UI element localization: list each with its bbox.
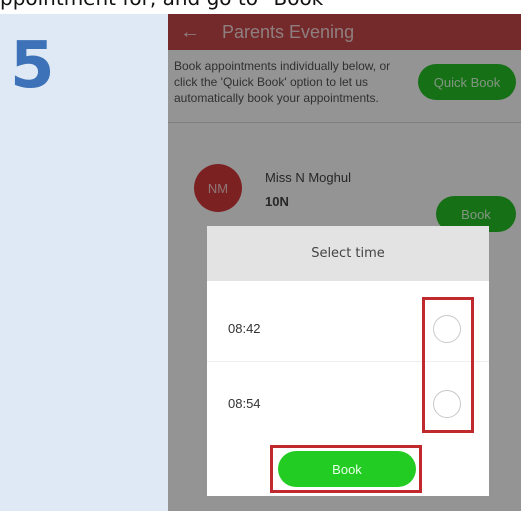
- phone-screen: ← Parents Evening Book appointments indi…: [168, 14, 521, 511]
- step-number: 5: [10, 29, 55, 103]
- time-label: 08:42: [228, 321, 261, 336]
- dialog-title: Select time: [207, 226, 489, 281]
- instruction-panel: 5: [0, 14, 168, 511]
- time-label: 08:54: [228, 396, 261, 411]
- highlight-box-book: [270, 445, 422, 493]
- instruction-text: ppointment for, and go to "Book": [0, 0, 521, 10]
- highlight-box-radios: [422, 297, 474, 433]
